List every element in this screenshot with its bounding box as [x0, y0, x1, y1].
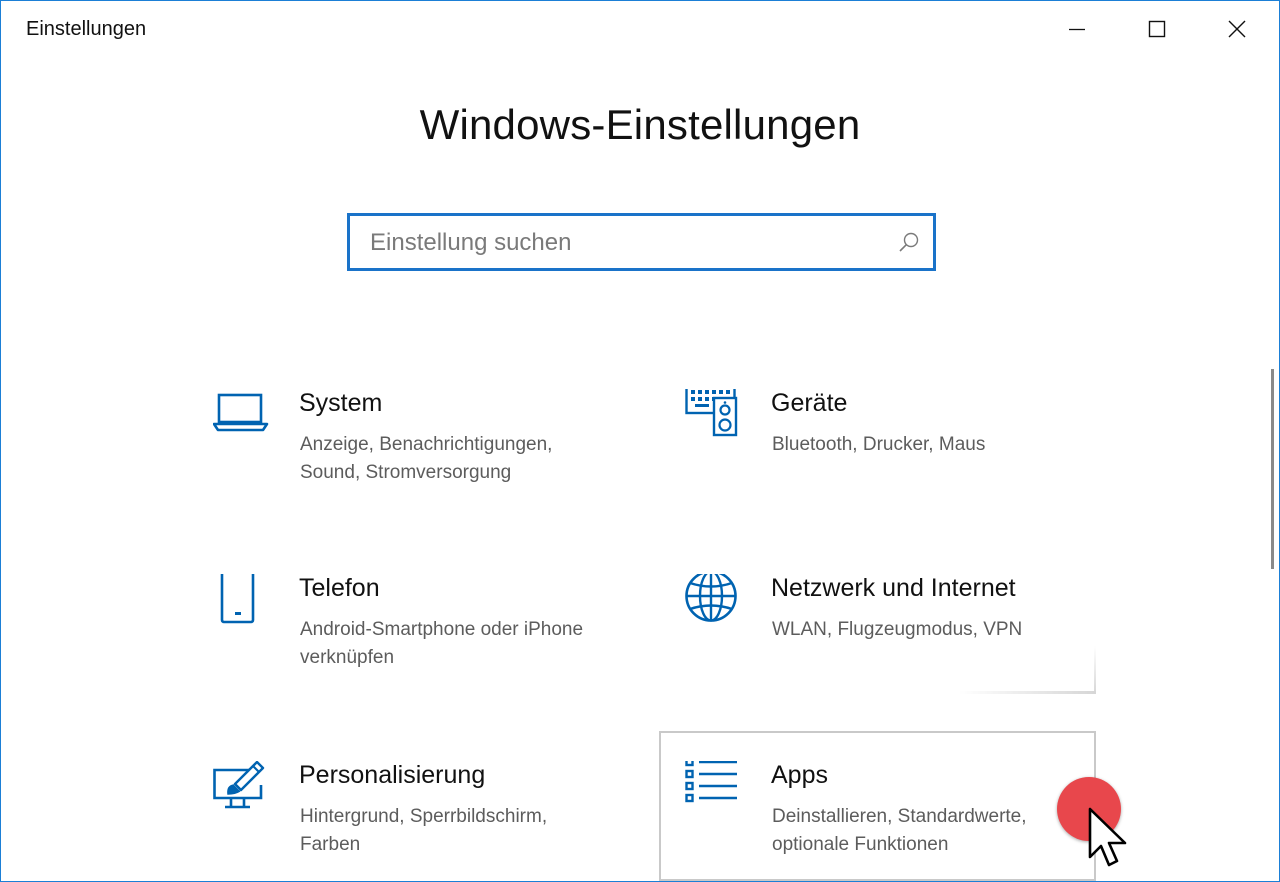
apps-list-icon — [685, 761, 737, 803]
hover-reveal-edge — [959, 691, 1096, 694]
mouse-pointer-icon — [1088, 807, 1127, 867]
close-icon — [1228, 20, 1246, 38]
settings-window: Einstellungen Windows-Einstellungen Eins… — [0, 0, 1280, 882]
minimize-icon — [1069, 28, 1085, 31]
tile-system-description: Anzeige, Benachrichtigungen, Sound, Stro… — [300, 434, 553, 483]
tile-system-title: System — [299, 389, 383, 417]
tile-devices-description: Bluetooth, Drucker, Maus — [772, 434, 986, 455]
tile-system[interactable]: System Anzeige, Benachrichtigungen, Soun… — [213, 389, 649, 535]
maximize-button[interactable] — [1118, 1, 1198, 59]
window-title: Einstellungen — [26, 18, 147, 40]
tile-devices-title: Geräte — [771, 389, 848, 417]
hover-reveal-edge-vertical — [1094, 646, 1096, 694]
search-input[interactable] — [368, 216, 892, 270]
phone-icon — [220, 574, 255, 624]
globe-icon — [685, 574, 737, 622]
devices-icon — [685, 389, 738, 437]
tile-apps[interactable]: Apps Deinstallieren, Standardwerte, opti… — [685, 761, 1121, 881]
tile-personalization[interactable]: Personalisierung Hintergrund, Sperrbilds… — [213, 761, 649, 881]
tile-personalization-description: Hintergrund, Sperrbildschirm, Farben — [300, 806, 548, 855]
maximize-icon — [1148, 20, 1166, 38]
search-box[interactable] — [347, 213, 936, 271]
tile-phone-description: Android-Smartphone oder iPhone verknüpfe… — [300, 619, 584, 668]
title-bar: Einstellungen — [1, 1, 1279, 59]
minimize-button[interactable] — [1038, 1, 1118, 59]
page-title: Windows-Einstellungen — [419, 101, 861, 148]
tile-personalization-title: Personalisierung — [299, 761, 486, 789]
tile-apps-description: Deinstallieren, Standardwerte, optionale… — [772, 806, 1027, 855]
scrollbar[interactable] — [1271, 369, 1274, 569]
personalization-icon — [213, 761, 265, 809]
close-button[interactable] — [1198, 1, 1278, 59]
tile-network-description: WLAN, Flugzeugmodus, VPN — [772, 619, 1023, 640]
laptop-icon — [213, 393, 269, 432]
tile-phone[interactable]: Telefon Android-Smartphone oder iPhone v… — [213, 574, 649, 720]
search-icon[interactable] — [898, 231, 920, 253]
tile-network-title: Netzwerk und Internet — [771, 574, 1016, 602]
tile-apps-title: Apps — [771, 761, 828, 789]
tile-phone-title: Telefon — [299, 574, 380, 602]
tile-network[interactable]: Netzwerk und Internet WLAN, Flugzeugmodu… — [685, 574, 1121, 720]
tile-devices[interactable]: Geräte Bluetooth, Drucker, Maus — [685, 389, 1121, 535]
